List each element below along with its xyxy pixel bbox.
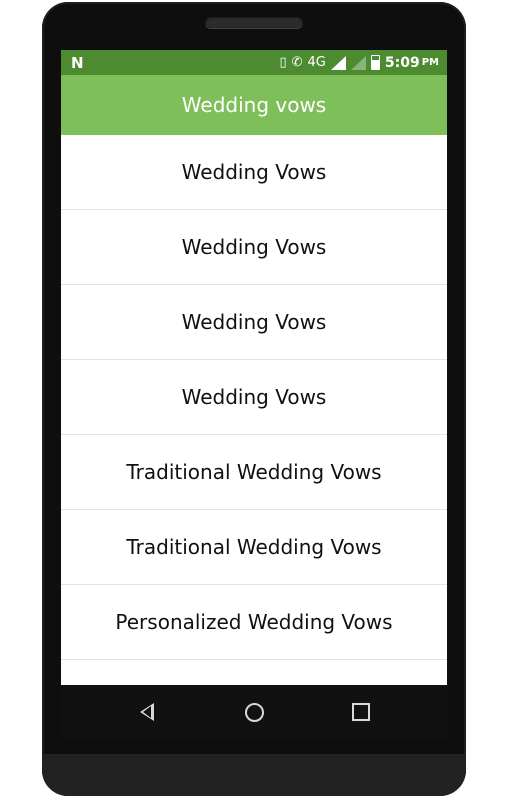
page-title: Wedding vows	[181, 93, 327, 117]
app-screen: N ▯ ✆ 4G 5:09 PM Wedding vows Wedding Vo…	[61, 50, 447, 685]
status-icons: ▯ ✆ 4G 5:09 PM	[279, 54, 439, 71]
network-type-label: 4G	[307, 55, 326, 70]
recent-square-icon	[352, 703, 370, 721]
list-item[interactable]: Personalized Wedding Vows	[61, 585, 447, 660]
app-bar: Wedding vows	[61, 75, 447, 135]
vows-list: Wedding Vows Wedding Vows Wedding Vows W…	[61, 135, 447, 685]
home-circle-icon	[244, 702, 264, 722]
wifi-call-icon: ✆	[291, 55, 303, 70]
navigation-bar	[61, 685, 447, 739]
list-item[interactable]: Traditional Wedding Vows	[61, 510, 447, 585]
signal-icon	[330, 55, 346, 70]
list-item[interactable]: Wedding Vows	[61, 285, 447, 360]
list-item[interactable]: Traditional Wedding Vows	[61, 435, 447, 510]
earpiece-speaker	[205, 16, 303, 28]
list-item[interactable]: Wedding Vows	[61, 210, 447, 285]
back-triangle-icon	[140, 703, 154, 721]
signal-dim-icon	[350, 55, 366, 70]
back-button[interactable]	[135, 700, 159, 724]
home-button[interactable]	[242, 700, 266, 724]
list-item[interactable]: Wedding Vows	[61, 360, 447, 435]
clock-time: 5:09	[384, 54, 420, 71]
list-item[interactable]: Wedding Vows	[61, 135, 447, 210]
phone-chin	[42, 754, 466, 796]
status-bar: N ▯ ✆ 4G 5:09 PM	[61, 50, 447, 75]
recent-apps-button[interactable]	[349, 700, 373, 724]
notification-n-icon: N	[71, 54, 84, 72]
list-item-partial[interactable]	[61, 660, 447, 685]
clock-ampm: PM	[421, 57, 439, 68]
vibrate-icon: ▯	[279, 55, 287, 70]
battery-icon	[370, 55, 380, 70]
